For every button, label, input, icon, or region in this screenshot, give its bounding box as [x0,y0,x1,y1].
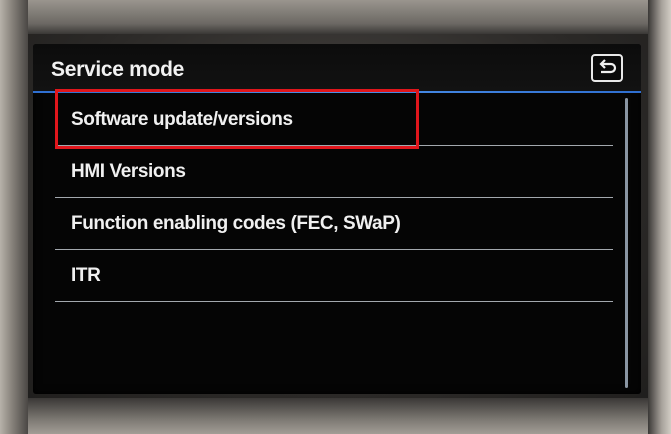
bezel-top-edge [0,0,671,34]
bezel-right-edge [648,0,671,434]
page-title: Service mode [51,58,184,81]
menu-item-function-enabling-codes[interactable]: Function enabling codes (FEC, SWaP) [55,198,613,250]
menu-divider [55,301,613,302]
selection-highlight-box [55,89,419,149]
scrollbar[interactable] [625,98,628,388]
menu-item-label: ITR [71,265,101,286]
bezel-left-edge [0,0,28,434]
menu-item-label: HMI Versions [71,161,186,182]
back-button[interactable] [591,54,623,82]
menu-item-label: Function enabling codes (FEC, SWaP) [71,213,401,234]
back-arrow-icon [599,59,617,74]
bezel-bottom-edge [0,398,671,434]
menu-item-hmi-versions[interactable]: HMI Versions [55,146,613,198]
menu-item-itr[interactable]: ITR [55,250,613,302]
screen-header: Service mode [33,44,641,92]
